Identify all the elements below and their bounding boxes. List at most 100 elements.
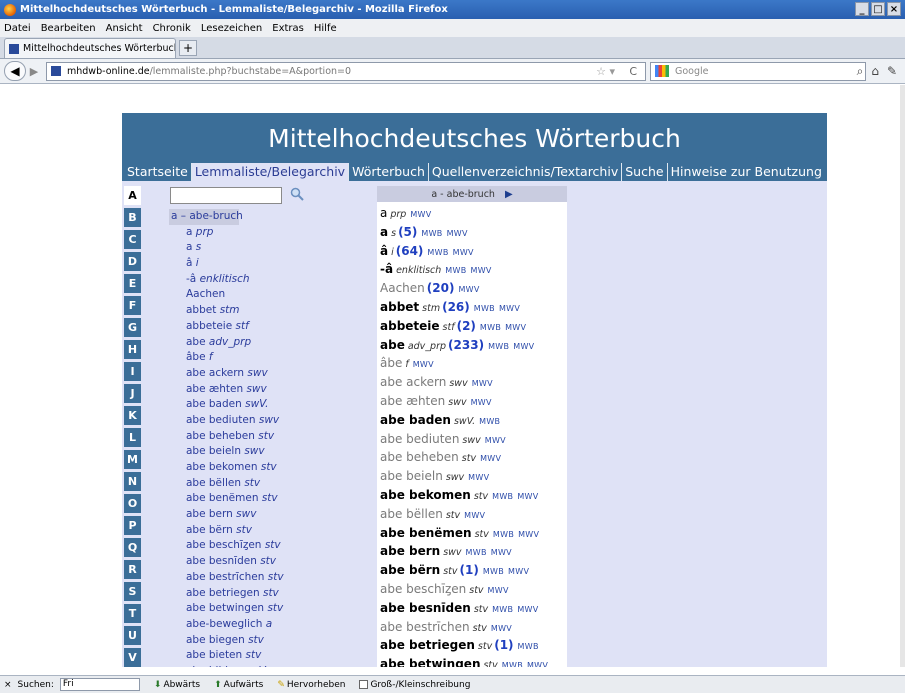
match-case-checkbox[interactable]: Groß-/Kleinschreibung bbox=[359, 680, 470, 690]
entry-lemma[interactable]: abe betriegen bbox=[380, 638, 475, 652]
letter-o-button[interactable]: O bbox=[124, 494, 141, 513]
letter-l-button[interactable]: L bbox=[124, 428, 141, 447]
entry-ref-link-mwb[interactable]: MWB bbox=[488, 342, 509, 351]
letter-s-button[interactable]: S bbox=[124, 582, 141, 601]
lemma-item[interactable]: abe beieln swv bbox=[169, 444, 369, 460]
entry-lemma[interactable]: abe bërn bbox=[380, 563, 440, 577]
entry-ref-link-mwv[interactable]: MWV bbox=[447, 229, 468, 238]
letter-v-button[interactable]: V bbox=[124, 648, 141, 667]
entry-ref-link-mwb[interactable]: MWB bbox=[427, 248, 448, 257]
entry-ref-link-mwv[interactable]: MWV bbox=[468, 473, 489, 482]
lemma-item[interactable]: abe beschīȥen stv bbox=[169, 538, 369, 554]
lemma-item[interactable]: abe bediuten swv bbox=[169, 413, 369, 429]
entry-lemma[interactable]: a bbox=[380, 206, 387, 220]
entry-ref-link-mwv[interactable]: MWV bbox=[472, 379, 493, 388]
nav-lemmaliste[interactable]: Lemmaliste/Belegarchiv bbox=[191, 163, 350, 181]
entry-count-link[interactable]: (5) bbox=[398, 225, 417, 239]
entry-ref-link-mwb[interactable]: MWB bbox=[474, 304, 495, 313]
entry-ref-link-mwv[interactable]: MWV bbox=[480, 454, 501, 463]
entry-count-link[interactable]: (64) bbox=[396, 244, 424, 258]
letter-i-button[interactable]: I bbox=[124, 362, 141, 381]
lemma-item[interactable]: abe besnīden stv bbox=[169, 554, 369, 570]
search-magnifier-icon[interactable]: ⌕ bbox=[857, 64, 864, 79]
lemma-item[interactable]: abe bekomen stv bbox=[169, 460, 369, 476]
entry-lemma[interactable]: abbeteie bbox=[380, 319, 440, 333]
lemma-item[interactable]: abe benëmen stv bbox=[169, 491, 369, 507]
highlight-button[interactable]: ✎ Hervorheben bbox=[277, 680, 345, 690]
entry-ref-link-mwv[interactable]: MWV bbox=[508, 567, 529, 576]
browser-tab[interactable]: Mittelhochdeutsches Wörterbuch - Lemmali… bbox=[4, 38, 176, 58]
nav-hinweise[interactable]: Hinweise zur Benutzung bbox=[668, 163, 825, 181]
entry-lemma[interactable]: abbet bbox=[380, 300, 419, 314]
close-window-button[interactable]: × bbox=[887, 2, 901, 16]
lemma-item[interactable]: abe adv_prp bbox=[169, 335, 369, 351]
entry-ref-link-mwb[interactable]: MWB bbox=[466, 548, 487, 557]
pin-icon[interactable]: ✎ bbox=[887, 64, 897, 79]
entry-ref-link-mwb[interactable]: MWB bbox=[493, 530, 514, 539]
lemma-item[interactable]: abe betwingen stv bbox=[169, 601, 369, 617]
letter-t-button[interactable]: T bbox=[124, 604, 141, 623]
entry-lemma[interactable]: abe betwingen bbox=[380, 657, 480, 667]
nav-woerterbuch[interactable]: Wörterbuch bbox=[349, 163, 429, 181]
entry-ref-link-mwv[interactable]: MWV bbox=[517, 492, 538, 501]
lemma-item[interactable]: abe betriegen stv bbox=[169, 586, 369, 602]
entry-lemma[interactable]: abe ackern bbox=[380, 375, 446, 389]
entry-lemma[interactable]: abe beschīȥen bbox=[380, 582, 466, 596]
entry-ref-link-mwv[interactable]: MWV bbox=[488, 586, 509, 595]
lemma-item[interactable]: abe bern swv bbox=[169, 507, 369, 523]
entry-lemma[interactable]: abe bern bbox=[380, 544, 440, 558]
entry-lemma[interactable]: abe bëllen bbox=[380, 507, 443, 521]
letter-r-button[interactable]: R bbox=[124, 560, 141, 579]
letter-d-button[interactable]: D bbox=[124, 252, 141, 271]
lemma-item[interactable]: abe bieten stv bbox=[169, 648, 369, 664]
entry-ref-link-mwv[interactable]: MWV bbox=[518, 530, 539, 539]
entry-ref-link-mwv[interactable]: MWV bbox=[499, 304, 520, 313]
menu-ansicht[interactable]: Ansicht bbox=[106, 23, 143, 34]
lemma-item[interactable]: -â enklitisch bbox=[169, 272, 369, 288]
entry-ref-link-mwb[interactable]: MWB bbox=[480, 323, 501, 332]
menu-hilfe[interactable]: Hilfe bbox=[314, 23, 337, 34]
entry-count-link[interactable]: (1) bbox=[460, 563, 479, 577]
find-up-button[interactable]: ⬆ Aufwärts bbox=[214, 680, 263, 690]
next-range-arrow-icon[interactable]: ▶ bbox=[505, 189, 513, 200]
home-icon[interactable]: ⌂ bbox=[871, 64, 879, 79]
entry-ref-link-mwv[interactable]: MWV bbox=[485, 436, 506, 445]
entry-ref-link-mwv[interactable]: MWV bbox=[505, 323, 526, 332]
lemma-item[interactable]: abbeteie stf bbox=[169, 319, 369, 335]
letter-b-button[interactable]: B bbox=[124, 208, 141, 227]
lemma-item[interactable]: abe baden swV. bbox=[169, 397, 369, 413]
entry-ref-link-mwb[interactable]: MWB bbox=[479, 417, 500, 426]
lemma-item[interactable]: abe bestrīchen stv bbox=[169, 570, 369, 586]
letter-p-button[interactable]: P bbox=[124, 516, 141, 535]
entry-ref-link-mwb[interactable]: MWB bbox=[483, 567, 504, 576]
entry-lemma[interactable]: a bbox=[380, 225, 388, 239]
lemma-item[interactable]: abe biegen stv bbox=[169, 633, 369, 649]
nav-startseite[interactable]: Startseite bbox=[124, 163, 192, 181]
entry-lemma[interactable]: â bbox=[380, 244, 388, 258]
forward-button[interactable]: ▶ bbox=[26, 65, 42, 78]
minimize-button[interactable]: _ bbox=[855, 2, 869, 16]
lemma-item[interactable]: abe bëllen stv bbox=[169, 476, 369, 492]
entry-ref-link-mwv[interactable]: MWV bbox=[464, 511, 485, 520]
lemma-item[interactable]: Aachen bbox=[169, 287, 369, 303]
menu-bearbeiten[interactable]: Bearbeiten bbox=[41, 23, 96, 34]
lemma-item[interactable]: a prp bbox=[169, 225, 369, 241]
lemma-item[interactable]: abe bilden swV. bbox=[169, 664, 369, 667]
letter-n-button[interactable]: N bbox=[124, 472, 141, 491]
menu-lesezeichen[interactable]: Lesezeichen bbox=[201, 23, 262, 34]
entry-ref-link-mwv[interactable]: MWV bbox=[513, 342, 534, 351]
entry-ref-link-mwb[interactable]: MWB bbox=[445, 266, 466, 275]
letter-f-button[interactable]: F bbox=[124, 296, 141, 315]
lemma-item[interactable]: abe bërn stv bbox=[169, 523, 369, 539]
new-tab-button[interactable]: + bbox=[179, 40, 197, 56]
lemma-item[interactable]: âbe f bbox=[169, 350, 369, 366]
entry-ref-link-mwv[interactable]: MWV bbox=[471, 266, 492, 275]
entry-lemma[interactable]: abe beieln bbox=[380, 469, 443, 483]
entry-lemma[interactable]: abe baden bbox=[380, 413, 451, 427]
entry-count-link[interactable]: (20) bbox=[427, 281, 455, 295]
entry-lemma[interactable]: abe æhten bbox=[380, 394, 445, 408]
entry-ref-link-mwb[interactable]: MWB bbox=[518, 642, 539, 651]
entry-ref-link-mwv[interactable]: MWV bbox=[458, 285, 479, 294]
entry-lemma[interactable]: abe bestrīchen bbox=[380, 620, 470, 634]
letter-a-button[interactable]: A bbox=[124, 186, 141, 205]
